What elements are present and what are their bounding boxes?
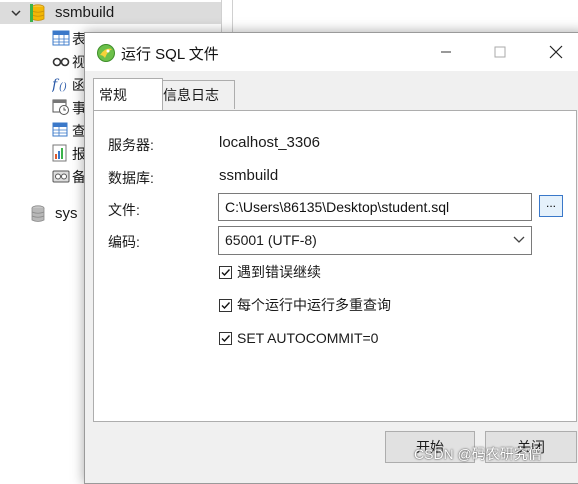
- watermark: CSDN @码农研究僧: [414, 446, 542, 462]
- continue-on-error-label: 遇到错误继续: [237, 264, 321, 280]
- checkbox-box[interactable]: [219, 298, 232, 312]
- general-panel: 服务器: localhost_3306 数据库: ssmbuild 文件: ..…: [93, 110, 577, 422]
- checkbox-box[interactable]: [219, 265, 232, 279]
- backup-icon: [52, 170, 70, 183]
- file-label: 文件:: [108, 202, 140, 218]
- encoding-label: 编码:: [108, 234, 140, 250]
- tab-message-log[interactable]: 信息日志: [157, 80, 235, 109]
- autocommit-checkbox[interactable]: SET AUTOCOMMIT=0: [219, 329, 378, 347]
- server-value: localhost_3306: [219, 134, 320, 151]
- event-icon: [52, 99, 69, 115]
- function-icon: f (): [52, 77, 67, 93]
- encoding-value: 65001 (UTF-8): [225, 232, 317, 248]
- close-window-button[interactable]: [533, 33, 578, 71]
- tree-label-sys: sys: [55, 205, 78, 222]
- dialog-title: 运行 SQL 文件: [121, 46, 219, 63]
- database-value: ssmbuild: [219, 167, 279, 184]
- chevron-down-icon[interactable]: [9, 6, 23, 20]
- minimize-button[interactable]: [423, 33, 469, 71]
- checkmark-icon: [221, 268, 231, 276]
- database-icon: [30, 4, 45, 22]
- maximize-button[interactable]: [477, 33, 523, 71]
- maximize-icon: [494, 46, 506, 58]
- view-icon: [52, 57, 70, 67]
- tree-item-ssmbuild[interactable]: ssmbuild: [0, 2, 221, 24]
- encoding-select[interactable]: 65001 (UTF-8): [218, 226, 532, 255]
- report-icon: [52, 144, 67, 162]
- multi-query-label: 每个运行中运行多重查询: [237, 297, 391, 313]
- tab-general[interactable]: 常规: [93, 78, 163, 110]
- database-icon: [31, 205, 45, 222]
- tree-label-ssmbuild: ssmbuild: [55, 4, 115, 21]
- navicat-logo-icon: [97, 44, 115, 62]
- database-label: 数据库:: [108, 170, 154, 186]
- run-sql-file-dialog: 运行 SQL 文件 常规 信息日志 服务器: localhost_3306 数据…: [84, 32, 578, 484]
- checkmark-icon: [221, 301, 231, 309]
- chevron-down-icon: [513, 236, 525, 243]
- server-label: 服务器:: [108, 137, 154, 153]
- minimize-icon: [441, 51, 451, 53]
- autocommit-label: SET AUTOCOMMIT=0: [237, 330, 379, 346]
- title-bar[interactable]: 运行 SQL 文件: [85, 33, 578, 71]
- continue-on-error-checkbox[interactable]: 遇到错误继续: [219, 263, 321, 281]
- table-icon: [52, 30, 70, 46]
- multi-query-checkbox[interactable]: 每个运行中运行多重查询: [219, 296, 391, 314]
- browse-button[interactable]: ...: [539, 195, 563, 217]
- query-icon: [52, 122, 68, 137]
- close-icon: [549, 45, 563, 59]
- checkbox-box[interactable]: [219, 331, 232, 345]
- svg-text:(): (): [59, 82, 67, 93]
- file-path-input[interactable]: [218, 193, 532, 221]
- checkmark-icon: [221, 334, 231, 342]
